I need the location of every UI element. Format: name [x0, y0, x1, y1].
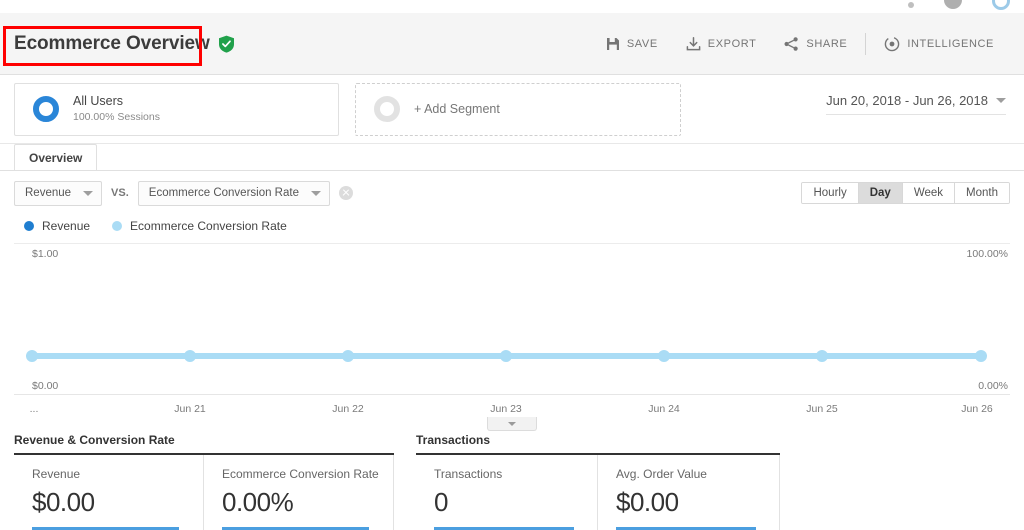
chevron-down-icon — [310, 190, 321, 196]
date-range-value: Jun 20, 2018 - Jun 26, 2018 — [826, 93, 988, 108]
export-label: EXPORT — [707, 37, 757, 50]
segment-bar: All Users 100.00% Sessions + Add Segment… — [0, 75, 1024, 144]
metric-secondary-select[interactable]: Ecommerce Conversion Rate — [137, 180, 330, 206]
green-shield-check-icon — [218, 35, 235, 53]
metric-transactions[interactable]: Transactions 0 — [416, 455, 598, 530]
gray-donut-icon — [374, 96, 400, 122]
share-button[interactable]: SHARE — [770, 29, 861, 59]
tab-bar: Overview — [0, 144, 1024, 171]
x-tick-2: Jun 22 — [332, 403, 364, 415]
page-title: Ecommerce Overview — [14, 32, 210, 54]
chevron-down-icon — [508, 421, 516, 426]
granularity-month[interactable]: Month — [955, 183, 1009, 203]
chevron-down-icon — [996, 98, 1006, 103]
metric-label: Avg. Order Value — [616, 467, 707, 481]
granularity-selector: Hourly Day Week Month — [801, 182, 1010, 204]
account-avatar-icon[interactable] — [944, 0, 962, 9]
x-tick-1: Jun 21 — [174, 403, 206, 415]
segment-text: All Users 100.00% Sessions — [73, 94, 160, 125]
topbar-icon-group — [908, 0, 1010, 13]
intelligence-button[interactable]: INTELLIGENCE — [870, 29, 1008, 59]
legend-dot-revenue — [24, 221, 34, 231]
segment-sub: 100.00% Sessions — [73, 111, 160, 124]
notifications-icon[interactable] — [992, 0, 1010, 10]
x-tick-4: Jun 24 — [648, 403, 680, 415]
export-button[interactable]: EXPORT — [672, 29, 771, 59]
metric-label: Transactions — [434, 467, 503, 481]
chevron-down-icon — [83, 190, 94, 196]
remove-secondary-metric-button[interactable] — [338, 186, 353, 200]
module-title: Transactions — [416, 433, 780, 455]
date-range-picker[interactable]: Jun 20, 2018 - Jun 26, 2018 — [826, 93, 1006, 115]
module-transactions: Transactions Transactions 0 Avg. Order V… — [416, 433, 780, 530]
metric-secondary-value: Ecommerce Conversion Rate — [148, 187, 299, 199]
granularity-day[interactable]: Day — [858, 183, 903, 203]
metric-label: Revenue — [32, 467, 81, 481]
metric-value: $0.00 — [616, 487, 679, 517]
chart-panel: Revenue VS. Ecommerce Conversion Rate Ho… — [0, 171, 1024, 431]
metric-value: 0.00% — [222, 487, 294, 517]
legend-item-conversion-rate[interactable]: Ecommerce Conversion Rate — [112, 219, 287, 233]
blue-donut-icon — [33, 96, 59, 122]
vs-label: VS. — [111, 187, 129, 199]
legend-label-revenue: Revenue — [42, 219, 91, 233]
segment-name: All Users — [73, 93, 124, 108]
save-label: SAVE — [626, 37, 658, 50]
metric-value: 0 — [434, 487, 448, 517]
report-header: Ecommerce Overview SAVE EXPORT SHARE INT… — [0, 13, 1024, 75]
granularity-hourly[interactable]: Hourly — [802, 183, 859, 203]
module-revenue-conversion: Revenue & Conversion Rate Revenue $0.00 … — [14, 433, 394, 530]
tab-overview[interactable]: Overview — [14, 144, 98, 170]
metric-row: Revenue $0.00 Ecommerce Conversion Rate … — [14, 455, 394, 530]
save-button[interactable]: SAVE — [592, 29, 672, 59]
more-dot-icon[interactable] — [908, 2, 914, 8]
module-title: Revenue & Conversion Rate — [14, 433, 394, 455]
title-group: Ecommerce Overview — [14, 33, 235, 55]
share-nodes-icon — [784, 36, 799, 51]
chart-plot-area[interactable]: $1.00 $0.00 100.00% 0.00% — [14, 243, 1010, 394]
export-download-icon — [686, 36, 701, 51]
collapse-chart-button[interactable] — [487, 417, 537, 431]
x-tick-5: Jun 25 — [806, 403, 838, 415]
intelligence-label: INTELLIGENCE — [907, 37, 994, 50]
x-tick-6: Jun 26 — [961, 403, 993, 415]
legend-dot-conversion-rate — [112, 221, 123, 231]
metric-row: Transactions 0 Avg. Order Value $0.00 — [416, 455, 780, 530]
legend-label-conversion-rate: Ecommerce Conversion Rate — [130, 219, 287, 233]
x-tick-0: ... — [29, 403, 39, 415]
granularity-week[interactable]: Week — [902, 183, 956, 203]
metric-label: Ecommerce Conversion Rate — [222, 467, 379, 481]
browser-top-strip — [0, 0, 1024, 13]
chart-controls: Revenue VS. Ecommerce Conversion Rate Ho… — [14, 171, 1010, 215]
metric-value: $0.00 — [32, 487, 95, 517]
header-actions: SAVE EXPORT SHARE INTELLIGENCE — [592, 29, 1008, 59]
chart-legend: Revenue Ecommerce Conversion Rate — [14, 215, 1010, 239]
legend-item-revenue[interactable]: Revenue — [24, 219, 90, 233]
segment-all-users[interactable]: All Users 100.00% Sessions — [14, 82, 339, 136]
intelligence-icon — [884, 36, 900, 52]
metric-modules: Revenue & Conversion Rate Revenue $0.00 … — [0, 425, 1024, 530]
header-divider — [865, 32, 867, 55]
metric-primary-select[interactable]: Revenue — [14, 180, 103, 206]
metric-ecommerce-conversion-rate[interactable]: Ecommerce Conversion Rate 0.00% — [204, 455, 394, 530]
metric-revenue[interactable]: Revenue $0.00 — [14, 455, 204, 530]
share-label: SHARE — [806, 37, 848, 50]
add-segment-button[interactable]: + Add Segment — [355, 82, 681, 136]
add-segment-label: + Add Segment — [414, 102, 500, 116]
x-tick-3: Jun 23 — [490, 403, 522, 415]
chart-x-axis: ... Jun 21 Jun 22 Jun 23 Jun 24 Jun 25 J… — [14, 394, 1010, 431]
chart-series-svg — [26, 350, 987, 362]
metric-primary-value: Revenue — [25, 187, 72, 199]
metric-avg-order-value[interactable]: Avg. Order Value $0.00 — [598, 455, 780, 530]
save-floppy-icon — [606, 37, 620, 51]
